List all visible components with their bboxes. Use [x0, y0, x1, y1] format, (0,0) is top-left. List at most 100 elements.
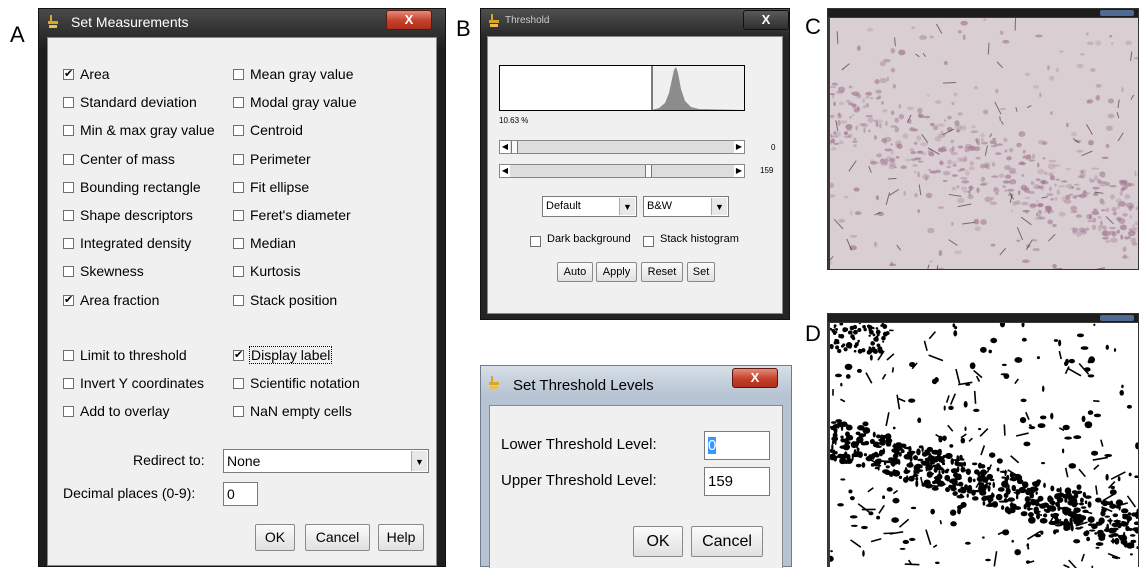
checkbox-label: Area	[80, 66, 110, 82]
checkbox-label: Fit ellipse	[250, 179, 309, 195]
reset-button[interactable]: Reset	[641, 262, 683, 282]
arrow-right-icon[interactable]: ▶	[734, 165, 744, 177]
redirect-dropdown[interactable]: None ▼	[223, 449, 429, 473]
arrow-left-icon[interactable]: ◀	[500, 165, 510, 177]
close-button[interactable]: X	[732, 368, 778, 388]
checkbox-box[interactable]	[233, 378, 244, 389]
checkbox-box[interactable]	[63, 238, 74, 249]
checkbox-box[interactable]	[233, 406, 244, 417]
ok-button[interactable]: OK	[255, 524, 295, 551]
histogram	[499, 65, 745, 111]
checkbox-box[interactable]	[530, 236, 541, 247]
upper-threshold-input[interactable]: 159	[704, 467, 770, 496]
checkbox-box[interactable]	[63, 406, 74, 417]
checkbox-box[interactable]	[233, 266, 244, 277]
display-mode-dropdown[interactable]: B&W ▼	[643, 196, 729, 217]
checkbox-label: Skewness	[80, 263, 144, 279]
display-mode-value: B&W	[647, 200, 672, 212]
slider-thumb[interactable]	[645, 165, 652, 177]
threshold-body: 10.63 % ◀ ▶ 0 ◀ ▶ 159 Default ▼ B&W ▼ Da…	[487, 36, 783, 314]
checkbox-box[interactable]	[233, 97, 244, 108]
imagej-icon	[48, 15, 58, 29]
checkbox-label: Perimeter	[250, 151, 311, 167]
checkbox-box[interactable]	[233, 210, 244, 221]
checkbox-box[interactable]	[233, 69, 244, 80]
checkbox-label: Modal gray value	[250, 94, 357, 110]
checkbox-label: Shape descriptors	[80, 207, 193, 223]
imagej-icon	[489, 14, 499, 28]
window-controls-icon[interactable]	[1100, 315, 1134, 321]
image-window-c	[827, 8, 1139, 270]
close-button[interactable]: X	[743, 10, 789, 30]
checkbox-box[interactable]	[233, 295, 244, 306]
checkmark-icon[interactable]: ✔	[233, 350, 244, 361]
checkbox-label: Feret's diameter	[250, 207, 351, 223]
checkbox-label: Stack position	[250, 292, 337, 308]
set-threshold-levels-body: Lower Threshold Level: 0 Upper Threshold…	[489, 405, 783, 568]
help-button[interactable]: Help	[378, 524, 424, 551]
thresholded-mask-image	[830, 323, 1138, 568]
lower-threshold-input[interactable]: 0	[704, 431, 770, 460]
threshold-title-bar[interactable]: Threshold X	[481, 9, 789, 33]
checkbox-label: Min & max gray value	[80, 122, 215, 138]
set-threshold-levels-title: Set Threshold Levels	[513, 377, 654, 394]
set-measurements-title-bar[interactable]: Set Measurements X	[39, 9, 445, 35]
checkmark-icon[interactable]: ✔	[63, 69, 74, 80]
checkbox-label: Display label	[250, 347, 331, 363]
redirect-label: Redirect to:	[133, 452, 205, 468]
checkbox-box[interactable]	[63, 182, 74, 193]
chevron-down-icon: ▼	[411, 451, 427, 471]
threshold-title: Threshold	[505, 15, 549, 26]
checkbox-label: Integrated density	[80, 235, 191, 251]
lower-threshold-label: Lower Threshold Level:	[501, 436, 657, 453]
chevron-down-icon: ▼	[619, 198, 635, 215]
checkbox-label: Invert Y coordinates	[80, 375, 204, 391]
checkmark-icon[interactable]: ✔	[63, 295, 74, 306]
checkbox-box[interactable]	[233, 238, 244, 249]
ok-button[interactable]: OK	[633, 526, 683, 557]
cancel-button[interactable]: Cancel	[691, 526, 763, 557]
upper-threshold-slider[interactable]: ◀ ▶	[499, 164, 745, 178]
cancel-button[interactable]: Cancel	[305, 524, 370, 551]
checkbox-box[interactable]	[233, 125, 244, 136]
method-dropdown[interactable]: Default ▼	[542, 196, 637, 217]
auto-button[interactable]: Auto	[557, 262, 593, 282]
chevron-down-icon: ▼	[711, 198, 727, 215]
arrow-right-icon[interactable]: ▶	[734, 141, 744, 153]
decimal-places-input[interactable]: 0	[223, 482, 258, 506]
checkbox-box[interactable]	[63, 210, 74, 221]
checkbox-box[interactable]	[233, 182, 244, 193]
checkbox-label: Median	[250, 235, 296, 251]
set-threshold-levels-dialog: Set Threshold Levels X Lower Threshold L…	[480, 365, 792, 567]
checkbox-box[interactable]	[63, 266, 74, 277]
checkbox-label: Add to overlay	[80, 403, 170, 419]
checkbox-label: Scientific notation	[250, 375, 360, 391]
checkbox-box[interactable]	[233, 154, 244, 165]
checkbox-box[interactable]	[63, 125, 74, 136]
panel-label-b: B	[456, 16, 471, 42]
checkbox-box[interactable]	[643, 236, 654, 247]
set-measurements-title: Set Measurements	[71, 14, 189, 30]
checkbox-box[interactable]	[63, 350, 74, 361]
stained-tissue-image	[830, 18, 1138, 269]
method-value: Default	[546, 200, 581, 212]
upper-threshold-value: 159	[760, 166, 773, 175]
set-button[interactable]: Set	[687, 262, 715, 282]
checkbox-label: Kurtosis	[250, 263, 301, 279]
lower-threshold-slider[interactable]: ◀ ▶	[499, 140, 745, 154]
image-d-title-bar[interactable]	[828, 314, 1138, 322]
window-controls-icon[interactable]	[1100, 10, 1134, 16]
dark-background-label: Dark background	[547, 233, 631, 245]
checkbox-box[interactable]	[63, 97, 74, 108]
arrow-left-icon[interactable]: ◀	[500, 141, 510, 153]
panel-label-c: C	[805, 14, 821, 40]
close-button[interactable]: X	[386, 10, 432, 30]
slider-thumb[interactable]	[511, 141, 518, 153]
threshold-percent: 10.63 %	[499, 116, 528, 125]
redirect-value: None	[227, 453, 260, 469]
checkbox-box[interactable]	[63, 378, 74, 389]
set-threshold-levels-title-bar[interactable]: Set Threshold Levels X	[481, 366, 791, 400]
checkbox-box[interactable]	[63, 154, 74, 165]
apply-button[interactable]: Apply	[596, 262, 637, 282]
image-c-title-bar[interactable]	[828, 9, 1138, 17]
